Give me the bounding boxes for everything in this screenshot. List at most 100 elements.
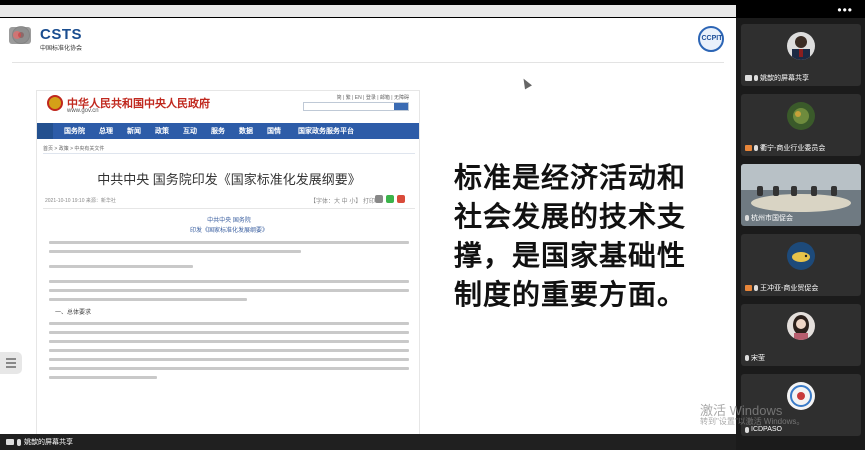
article-meta: 2021-10-10 19:10 来源：新华社 [45, 198, 116, 204]
gov-nav-item: 服务 [211, 128, 225, 135]
csts-logo-name: CSTS [40, 26, 83, 43]
share-icon [375, 195, 383, 203]
divider [43, 208, 415, 209]
top-strip [0, 5, 736, 17]
participant-name: 王冲亚-商业贸促会 [760, 285, 819, 292]
shared-screen: CSTS 中国标准化协会 CCPIT 中华人民共和国中央人民政府 www.gov… [0, 18, 736, 434]
participant-name: 衢宁-商业行业委员会 [760, 145, 826, 152]
mouse-cursor-icon [520, 76, 532, 90]
slide-header: CSTS 中国标准化协会 CCPIT [0, 18, 736, 58]
participant-avatar [787, 32, 815, 60]
weibo-icon [397, 195, 405, 203]
participant-avatar [787, 102, 815, 130]
gov-nav-item: 数据 [239, 128, 253, 135]
participant-panel: 姚歆的屏幕共享 衢宁-商业行业委员会 杭州市国促会 王冲亚-商业贸促会 宋莹 I… [736, 18, 865, 450]
text-line [49, 322, 409, 325]
text-line [49, 340, 409, 343]
participant-label: ICDPASO [745, 426, 782, 433]
sidebar-toggle-button[interactable] [0, 352, 22, 374]
microphone-icon [17, 438, 21, 446]
participant-tile[interactable]: 杭州市国促会 [741, 164, 861, 226]
text-line [49, 349, 409, 352]
csts-logo-subtitle: 中国标准化协会 [40, 46, 83, 52]
microphone-icon [754, 285, 758, 291]
ccpit-logo-name: CCPIT [701, 35, 723, 42]
text-line [49, 367, 409, 370]
national-emblem-icon [47, 95, 63, 111]
breadcrumb: 首页 > 政策 > 中央有关文件 [43, 146, 105, 152]
gov-nav-item: 国家政务服务平台 [298, 128, 354, 135]
text-line [49, 376, 157, 379]
slide-quote: 标准是经济活动和社会发展的技术支撑，是国家基础性制度的重要方面。 [454, 162, 687, 310]
user-icon [745, 145, 752, 151]
participant-tile[interactable]: 姚歆的屏幕共享 [741, 24, 861, 86]
participant-avatar [787, 242, 815, 270]
text-line [49, 298, 247, 301]
gov-nav-item: 互动 [183, 128, 197, 135]
participant-tile[interactable]: 宋莹 [741, 304, 861, 366]
microphone-icon [745, 426, 749, 433]
participant-name: 杭州市国促会 [751, 215, 793, 222]
meeting-window: ••• CSTS 中国标准化协会 CCPIT 中华人民共和国中央人民政府 www… [0, 0, 865, 450]
screen-share-icon [745, 75, 752, 81]
microphone-icon [745, 215, 749, 221]
text-line [49, 241, 409, 244]
gov-nav-bar: 国务院 总理 新闻 政策 互动 服务 数据 国情 国家政务服务平台 [37, 123, 419, 139]
bottom-bar: 姚歆的屏幕共享 [0, 434, 736, 450]
more-options-icon[interactable]: ••• [837, 3, 853, 17]
recording-indicator-icon[interactable] [9, 27, 31, 44]
article-body: 一、总体要求 [49, 241, 409, 385]
screen-share-owner: 姚歆的屏幕共享 [24, 439, 73, 446]
text-line [49, 280, 409, 283]
text-line [49, 289, 409, 292]
wechat-icon [386, 195, 394, 203]
gov-search-input [303, 102, 409, 111]
screen-share-label: 姚歆的屏幕共享 [6, 437, 73, 447]
divider [43, 153, 415, 154]
slide-divider [12, 62, 724, 63]
ccpit-logo: CCPIT [694, 26, 730, 54]
gov-nav-item: 新闻 [127, 128, 141, 135]
article-heading-2: 印发《国家标准化发展纲要》 [189, 228, 268, 234]
user-icon [745, 285, 752, 291]
gov-site-url: www.gov.cn [67, 108, 99, 114]
section-heading: 一、总体要求 [55, 310, 92, 316]
gov-header: 中华人民共和国中央人民政府 www.gov.cn 简 | 繁 | EN | 登录… [37, 91, 419, 119]
text-line [49, 331, 409, 334]
participant-avatar [787, 312, 815, 340]
text-line [49, 265, 193, 268]
search-icon [394, 103, 408, 110]
screen-share-icon [6, 439, 14, 445]
menu-icon [6, 358, 16, 360]
article-title: 中共中央 国务院印发《国家标准化发展纲要》 [97, 172, 361, 187]
text-line [49, 250, 301, 253]
gov-top-links: 简 | 繁 | EN | 登录 | 邮箱 | 无障碍 [336, 95, 409, 101]
home-icon [37, 123, 53, 139]
gov-nav-item: 总理 [99, 128, 113, 135]
share-icons [375, 195, 405, 203]
participant-label: 宋莹 [745, 353, 765, 363]
article-heading-1: 中共中央 国务院 [207, 218, 251, 224]
microphone-icon [754, 145, 758, 151]
microphone-icon [745, 355, 749, 361]
microphone-icon [754, 75, 758, 81]
participant-name: ICDPASO [751, 426, 782, 433]
gov-webpage-screenshot: 中华人民共和国中央人民政府 www.gov.cn 简 | 繁 | EN | 登录… [36, 90, 420, 434]
participant-name: 宋莹 [751, 355, 765, 362]
windows-activation-hint: 转到"设置"以激活 Windows。 [700, 417, 805, 426]
gov-nav-item: 政策 [155, 128, 169, 135]
participant-label: 杭州市国促会 [745, 213, 793, 223]
gov-nav-item: 国务院 [64, 128, 85, 135]
gov-nav-item: 国情 [267, 128, 281, 135]
article-tools: 【字体：大 中 小】 打印 [309, 199, 375, 205]
participant-label: 衢宁-商业行业委员会 [745, 143, 825, 153]
text-line [49, 358, 409, 361]
participant-label: 姚歆的屏幕共享 [745, 73, 809, 83]
participant-avatar [787, 382, 815, 410]
participant-label: 王冲亚-商业贸促会 [745, 283, 818, 293]
participant-name: 姚歆的屏幕共享 [760, 75, 809, 82]
participant-tile[interactable]: 王冲亚-商业贸促会 [741, 234, 861, 296]
participant-tile[interactable]: 衢宁-商业行业委员会 [741, 94, 861, 156]
room-video-table [751, 194, 851, 212]
top-bar: ••• [0, 0, 865, 18]
